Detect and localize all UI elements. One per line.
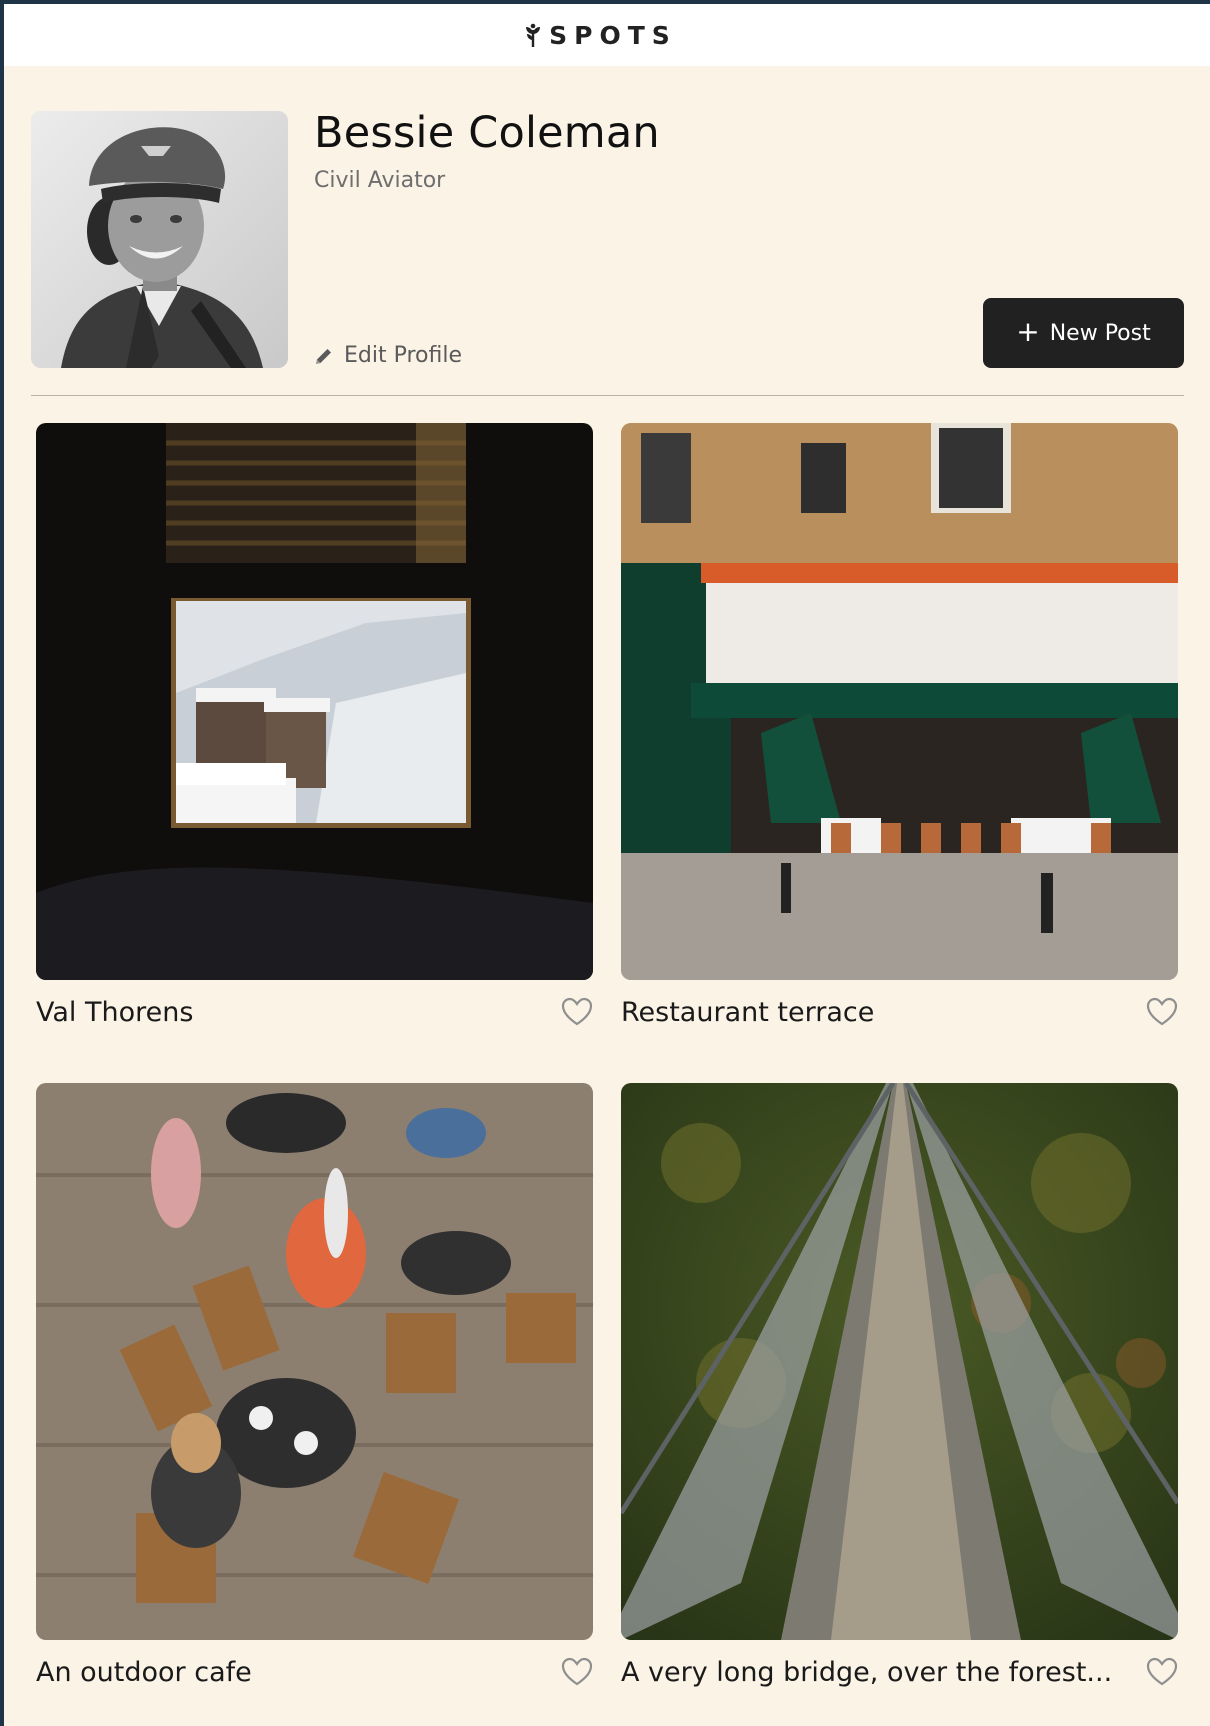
card-restaurant-terrace: Restaurant terrace xyxy=(621,423,1178,1030)
heart-outline-icon[interactable] xyxy=(1146,1657,1178,1687)
profile-avatar xyxy=(31,111,288,368)
sprout-icon xyxy=(526,23,541,47)
profile-name: Bessie Coleman xyxy=(314,108,660,158)
profile-role: Civil Aviator xyxy=(314,168,446,193)
card-title: Val Thorens xyxy=(36,996,194,1028)
heart-outline-icon[interactable] xyxy=(561,1657,593,1687)
divider xyxy=(31,395,1184,396)
card-title: An outdoor cafe xyxy=(36,1656,252,1688)
edit-profile-label: Edit Profile xyxy=(344,343,463,368)
card-val-thorens: Val Thorens xyxy=(36,423,593,1030)
plus-icon: + xyxy=(1016,315,1040,348)
card-caption: A very long bridge, over the forest... xyxy=(621,1654,1178,1690)
card-title: A very long bridge, over the forest... xyxy=(621,1656,1113,1688)
logo-text: SPOTS xyxy=(549,20,677,50)
card-caption: Val Thorens xyxy=(36,994,593,1030)
card-caption: Restaurant terrace xyxy=(621,994,1178,1030)
card-image[interactable] xyxy=(36,423,593,980)
new-post-button[interactable]: + New Post xyxy=(983,298,1184,368)
heart-outline-icon[interactable] xyxy=(561,997,593,1027)
logo[interactable]: SPOTS xyxy=(523,21,677,50)
heart-outline-icon[interactable] xyxy=(1146,997,1178,1027)
pencil-icon xyxy=(316,348,331,364)
card-caption: An outdoor cafe xyxy=(36,1654,593,1690)
card-long-bridge: A very long bridge, over the forest... xyxy=(621,1083,1178,1690)
card-title: Restaurant terrace xyxy=(621,996,875,1028)
card-image[interactable] xyxy=(621,1083,1178,1640)
card-image[interactable] xyxy=(621,423,1178,980)
top-header: SPOTS xyxy=(4,4,1210,66)
card-outdoor-cafe: An outdoor cafe xyxy=(36,1083,593,1690)
edit-profile-button[interactable]: Edit Profile xyxy=(314,343,462,368)
new-post-label: New Post xyxy=(1049,320,1151,346)
card-image[interactable] xyxy=(36,1083,593,1640)
